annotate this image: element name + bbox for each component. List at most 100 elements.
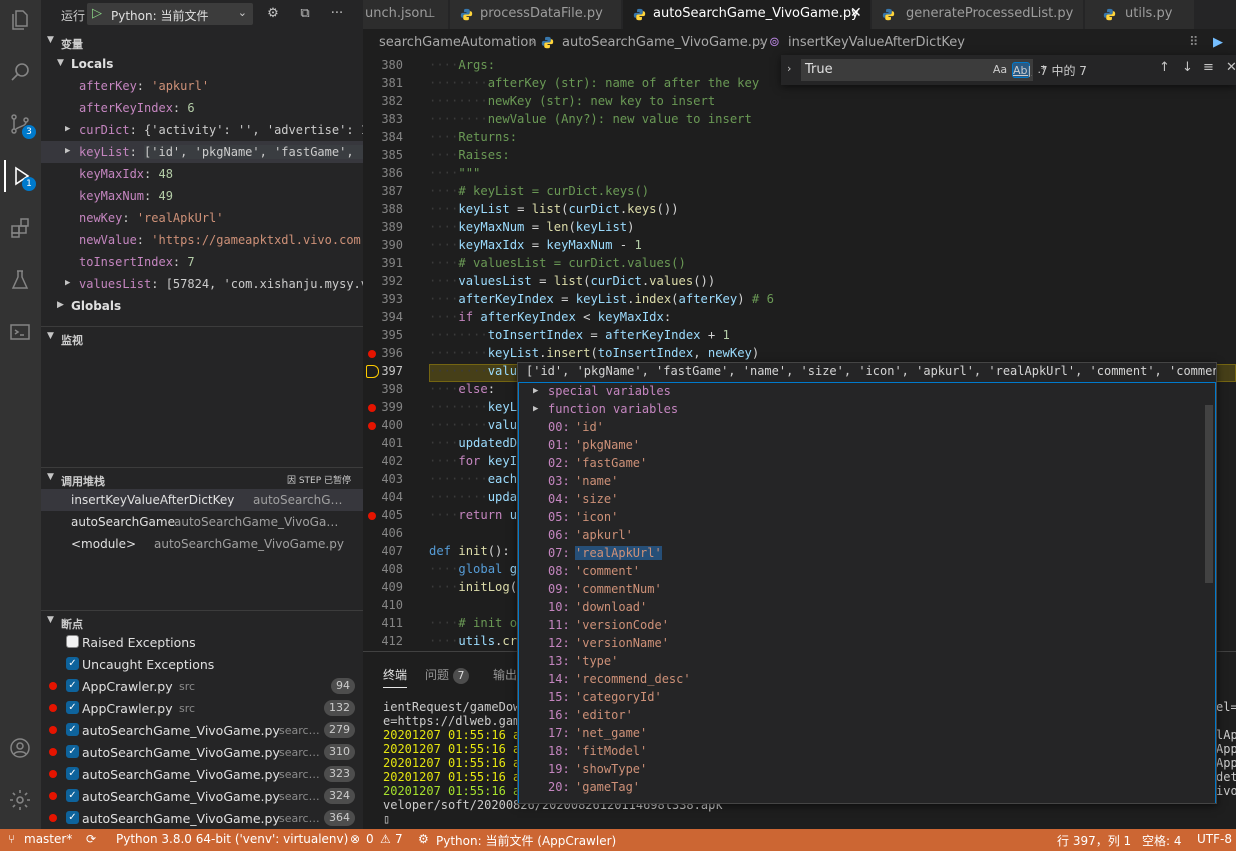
breakpoint-checkbox[interactable]: ✓ (66, 789, 79, 802)
breakpoint-item[interactable]: ✓ autoSearchGame_VivoGame.py searc… 324 (41, 785, 363, 807)
hover-list-item[interactable]: 02: 'fastGame' (519, 455, 1209, 473)
hover-list-item[interactable]: 17: 'net_game' (519, 725, 1209, 743)
hover-group-row[interactable]: ▶ special variables (519, 383, 1209, 401)
drag-handle-icon[interactable]: ⠿ (1189, 35, 1199, 50)
tab-launch-json[interactable]: unch.json ⊥ (363, 0, 449, 29)
extensions-icon[interactable] (4, 212, 36, 244)
hover-group-row[interactable]: ▶ function variables (519, 401, 1209, 419)
next-match-arrow-icon[interactable]: ↓ (1182, 60, 1193, 75)
terminal-cursor[interactable]: ▯ (383, 812, 390, 826)
debug-configuration[interactable]: Python: 当前文件 (AppCrawler) (436, 832, 616, 849)
hover-list-item[interactable]: 09: 'commentNum' (519, 581, 1209, 599)
variables-section-header[interactable]: ▼ 变量 (41, 31, 363, 53)
variable-row-selected[interactable]: ▶ keyList: ['id', 'pkgName', 'fastGame',… (41, 141, 363, 163)
hover-list-item[interactable]: 06: 'apkurl' (519, 527, 1209, 545)
debug-console-icon[interactable]: ⧉ (297, 6, 313, 22)
tab-utils[interactable]: utils.py (1085, 0, 1195, 29)
uncaught-exceptions-checkbox[interactable]: ✓ (66, 657, 79, 670)
continue-debug-icon[interactable]: ▶ (1213, 35, 1223, 50)
branch-name[interactable]: master* (24, 832, 72, 846)
explorer-icon[interactable] (4, 4, 36, 36)
hover-list-item[interactable]: 12: 'versionName' (519, 635, 1209, 653)
hover-list-item[interactable]: 15: 'categoryId' (519, 689, 1209, 707)
variable-row[interactable]: afterKey: 'apkurl' (41, 75, 363, 97)
account-icon[interactable] (4, 732, 36, 764)
variable-row[interactable]: keyMaxNum: 49 (41, 185, 363, 207)
breakpoint-checkbox[interactable]: ✓ (66, 723, 79, 736)
hover-list-item[interactable]: 00: 'id' (519, 419, 1209, 437)
hover-list-item[interactable]: 10: 'download' (519, 599, 1209, 617)
breakpoint-glyph[interactable] (368, 512, 376, 520)
stack-frame[interactable]: autoSearchGame autoSearchGame_VivoGa… (41, 511, 363, 533)
tab-autosearchgame-active[interactable]: autoSearchGame_VivoGame.py ✕ (623, 0, 871, 29)
hover-list-item[interactable]: 04: 'size' (519, 491, 1209, 509)
breakpoint-glyph[interactable] (368, 350, 376, 358)
file-encoding[interactable]: UTF-8 (1197, 832, 1232, 846)
remote-explorer-icon[interactable] (4, 316, 36, 348)
hover-list-item[interactable]: 05: 'icon' (519, 509, 1209, 527)
uncaught-exceptions-option[interactable]: ✓ Uncaught Exceptions (41, 653, 363, 675)
start-debugging-icon[interactable]: ▷ (92, 6, 102, 21)
match-whole-word-toggle[interactable]: Ab| (1012, 62, 1031, 78)
locals-scope[interactable]: ▼ Locals (41, 53, 363, 75)
hover-list-item[interactable]: 19: 'showType' (519, 761, 1209, 779)
variable-row[interactable]: newValue: 'https://gameapktxdl.vivo.com.… (41, 229, 363, 251)
find-in-selection-icon[interactable]: ≡ (1203, 60, 1214, 75)
panel-tab-output[interactable]: 输出 (493, 666, 517, 683)
hover-list-item[interactable]: 11: 'versionCode' (519, 617, 1209, 635)
breakpoint-item[interactable]: ✓ autoSearchGame_VivoGame.py searc… 323 (41, 763, 363, 785)
testing-icon[interactable] (4, 264, 36, 296)
hover-scrollbar[interactable] (1205, 405, 1213, 583)
watch-section-header[interactable]: ▼ 监视 (41, 326, 363, 348)
hover-list-item[interactable]: 07: 'realApkUrl' (519, 545, 1209, 563)
variable-row[interactable]: toInsertIndex: 7 (41, 251, 363, 273)
pin-icon[interactable]: ⊥ (425, 6, 435, 20)
run-debug-icon[interactable]: 1 (4, 160, 36, 192)
variable-row[interactable]: ▶ curDict: {'activity': '', 'advertise':… (41, 119, 363, 141)
hover-list-item[interactable]: 14: 'recommend_desc' (519, 671, 1209, 689)
variable-row[interactable]: keyMaxIdx: 48 (41, 163, 363, 185)
cursor-position[interactable]: 行 397，列 1 (1057, 832, 1131, 849)
breakpoint-checkbox[interactable]: ✓ (66, 811, 79, 824)
raised-exceptions-checkbox[interactable] (66, 635, 79, 648)
breakpoint-item[interactable]: ✓ autoSearchGame_VivoGame.py searc… 310 (41, 741, 363, 763)
breakpoint-checkbox[interactable]: ✓ (66, 745, 79, 758)
stack-frame[interactable]: insertKeyValueAfterDictKey autoSearchG… (41, 489, 363, 511)
more-actions-icon[interactable]: ··· (329, 6, 345, 22)
launch-config-select[interactable]: ▷ Python: 当前文件 ⌄ (87, 3, 253, 25)
previous-match-arrow-icon[interactable]: ↑ (1159, 60, 1170, 75)
breakpoint-item[interactable]: ✓ autoSearchGame_VivoGame.py searc… 279 (41, 719, 363, 741)
tab-processdatafile[interactable]: processDataFile.py (450, 0, 622, 29)
hover-list-item[interactable]: 13: 'type' (519, 653, 1209, 671)
breakpoint-checkbox[interactable]: ✓ (66, 767, 79, 780)
warning-count[interactable]: 7 (395, 832, 403, 846)
hover-list-item[interactable]: 01: 'pkgName' (519, 437, 1209, 455)
source-control-icon[interactable]: 3 (4, 108, 36, 140)
find-input[interactable]: True Aa Ab| .* (801, 59, 1047, 81)
breakpoint-glyph[interactable] (368, 422, 376, 430)
breakpoint-checkbox[interactable]: ✓ (66, 679, 79, 692)
variable-row[interactable]: afterKeyIndex: 6 (41, 97, 363, 119)
breakpoint-item[interactable]: ✓ autoSearchGame_VivoGame.py searc… 364 (41, 807, 363, 829)
variable-row[interactable]: ▶ valuesList: [57824, 'com.xishanju.mysy… (41, 273, 363, 295)
breakpoint-glyph[interactable] (368, 404, 376, 412)
error-count[interactable]: 0 (366, 832, 374, 846)
breadcrumb-folder[interactable]: searchGameAutomation (379, 35, 537, 50)
callstack-section-header[interactable]: ▼ 调用堆栈 因 STEP 已暂停 (41, 467, 363, 489)
hover-list-item[interactable]: 08: 'comment' (519, 563, 1209, 581)
hover-list-item[interactable]: 16: 'editor' (519, 707, 1209, 725)
search-icon[interactable] (4, 56, 36, 88)
hover-list-item[interactable]: 20: 'gameTag' (519, 779, 1209, 797)
breakpoint-item[interactable]: ✓ AppCrawler.py src 94 (41, 675, 363, 697)
toggle-replace-chevron-icon[interactable]: › (787, 62, 791, 75)
hover-list-item[interactable]: 18: 'fitModel' (519, 743, 1209, 761)
raised-exceptions-option[interactable]: Raised Exceptions (41, 631, 363, 653)
settings-gear-icon[interactable] (4, 784, 36, 816)
stack-frame[interactable]: <module> autoSearchGame_VivoGame.py (41, 533, 363, 555)
match-case-toggle[interactable]: Aa (991, 62, 1009, 78)
indentation[interactable]: 空格: 4 (1142, 832, 1182, 849)
globals-scope[interactable]: ▶ Globals (41, 295, 363, 317)
python-interpreter[interactable]: Python 3.8.0 64-bit ('venv': virtualenv) (116, 832, 348, 846)
hover-list-item[interactable]: 03: 'name' (519, 473, 1209, 491)
breadcrumb-symbol[interactable]: insertKeyValueAfterDictKey (788, 35, 965, 50)
